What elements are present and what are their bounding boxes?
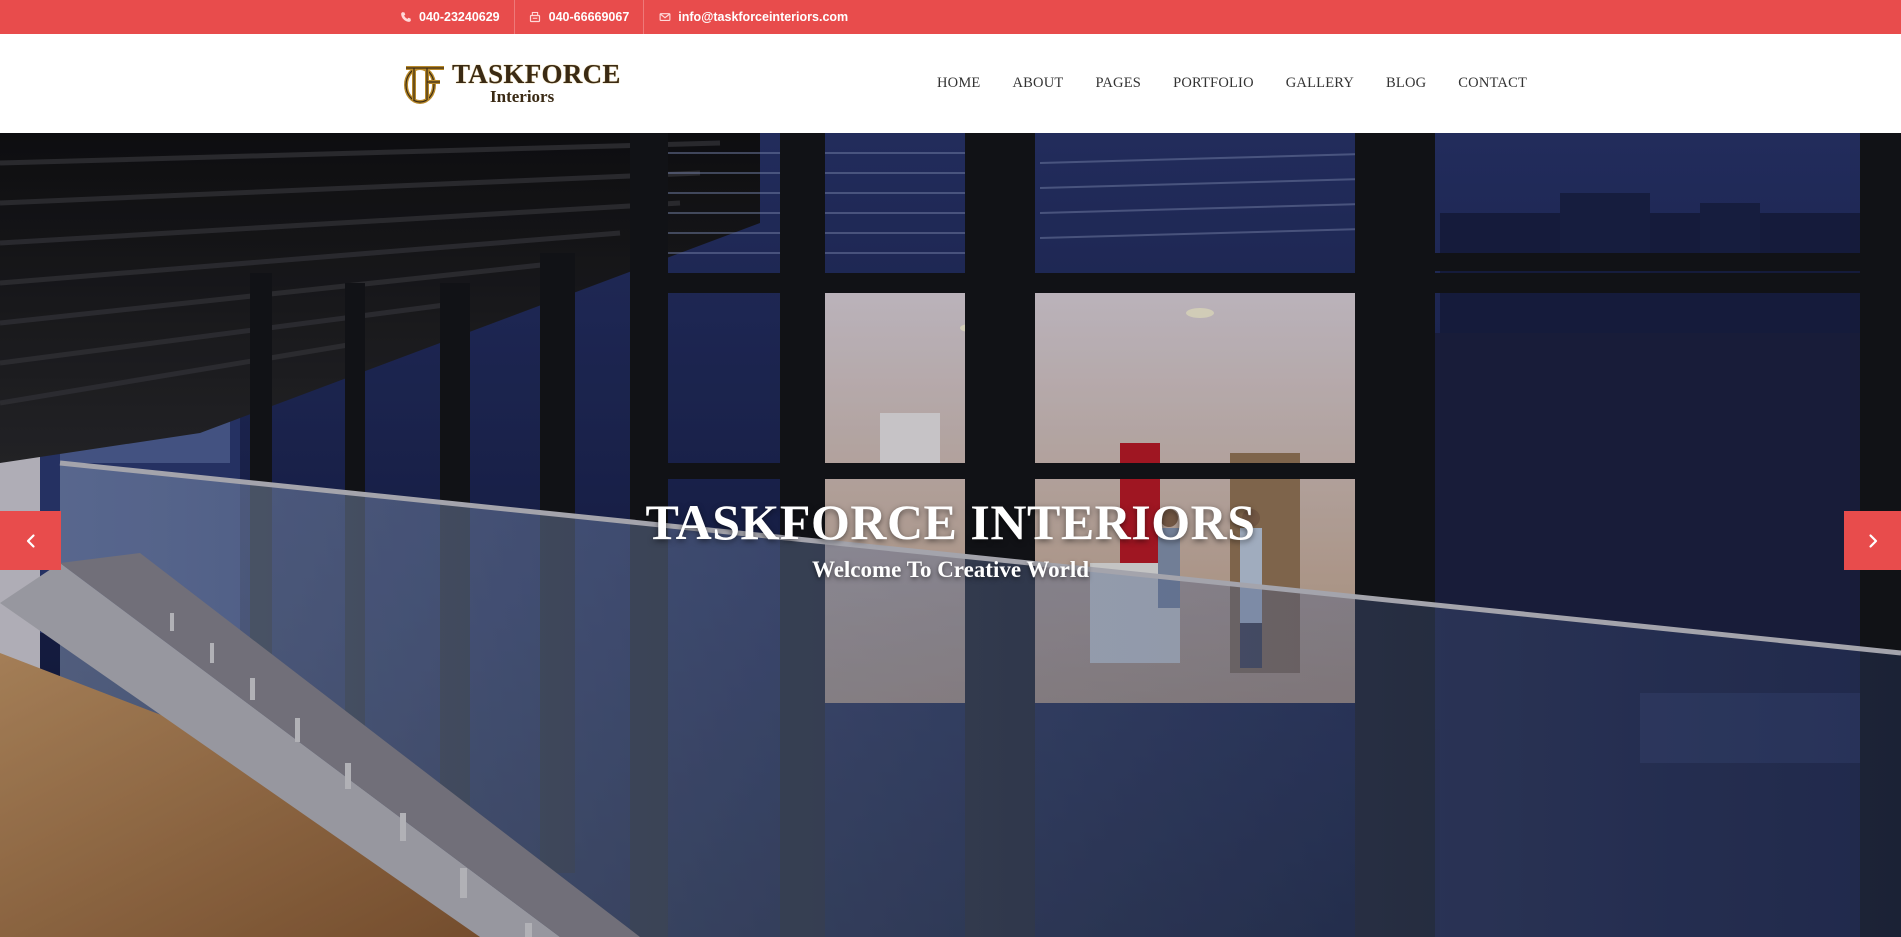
email-text: info@taskforceinteriors.com bbox=[678, 10, 849, 24]
main-nav: HOME ABOUT PAGES PORTFOLIO GALLERY BLOG … bbox=[921, 34, 1543, 133]
top-contact-bar: 040-23240629 040-66669067 info@taskforce… bbox=[0, 0, 1901, 34]
chevron-left-icon bbox=[26, 533, 35, 548]
contact-phone-2[interactable]: 040-66669067 bbox=[515, 0, 645, 34]
nav-contact[interactable]: CONTACT bbox=[1458, 75, 1527, 92]
logo-text: TASKFORCE Interiors bbox=[452, 59, 621, 106]
phone-2-text: 040-66669067 bbox=[548, 10, 630, 24]
contact-list: 040-23240629 040-66669067 info@taskforce… bbox=[385, 0, 862, 34]
logo-line-1: TASKFORCE bbox=[452, 59, 621, 89]
chevron-right-icon bbox=[1868, 533, 1877, 548]
envelope-icon bbox=[658, 11, 671, 24]
slider-next-button[interactable] bbox=[1844, 511, 1901, 570]
nav-home[interactable]: HOME bbox=[937, 75, 981, 92]
site-header: TASKFORCE Interiors HOME ABOUT PAGES POR… bbox=[0, 34, 1901, 133]
logo-monogram bbox=[404, 66, 444, 104]
fax-icon bbox=[529, 11, 542, 24]
nav-pages[interactable]: PAGES bbox=[1095, 75, 1141, 92]
contact-email[interactable]: info@taskforceinteriors.com bbox=[644, 0, 862, 34]
slider-prev-button[interactable] bbox=[0, 511, 61, 570]
nav-about[interactable]: ABOUT bbox=[1013, 75, 1064, 92]
contact-phone-1[interactable]: 040-23240629 bbox=[385, 0, 515, 34]
nav-portfolio[interactable]: PORTFOLIO bbox=[1173, 75, 1254, 92]
phone-1-text: 040-23240629 bbox=[419, 10, 500, 24]
logo-line-2: Interiors bbox=[490, 87, 555, 106]
nav-blog[interactable]: BLOG bbox=[1386, 75, 1426, 92]
phone-icon bbox=[399, 11, 412, 24]
nav-gallery[interactable]: GALLERY bbox=[1286, 75, 1354, 92]
hero-subtitle: Welcome To Creative World bbox=[811, 557, 1090, 582]
site-logo[interactable]: TASKFORCE Interiors bbox=[400, 58, 621, 108]
hero-slider: TASKFORCE INTERIORS Welcome To Creative … bbox=[0, 133, 1901, 937]
hero-title: TASKFORCE INTERIORS bbox=[645, 494, 1256, 550]
